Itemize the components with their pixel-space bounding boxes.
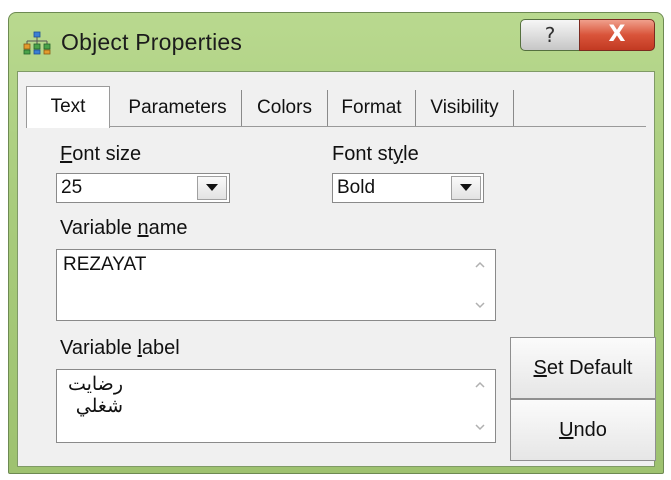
variable-name-label: Variable name <box>60 217 188 239</box>
object-properties-window: Object Properties ? X Text Parameters Co… <box>8 12 664 474</box>
chevron-down-icon[interactable] <box>197 176 227 200</box>
tab-label: Visibility <box>430 97 499 118</box>
tab-label: Text <box>50 96 86 117</box>
variable-name-scrollbar[interactable] <box>467 252 493 318</box>
title-bar[interactable]: Object Properties ? X <box>9 13 663 71</box>
variable-name-value: REZAYAT <box>63 254 147 275</box>
text-tab-panel: Font size 25 Font style Bold Variable na… <box>26 126 656 461</box>
window-title: Object Properties <box>61 29 243 55</box>
scroll-up-icon[interactable] <box>475 380 485 390</box>
help-button[interactable]: ? <box>520 19 580 51</box>
font-style-select[interactable]: Bold <box>332 173 484 203</box>
font-size-value: 25 <box>61 177 83 198</box>
variable-label-value: رضايت شغلي <box>67 374 123 417</box>
close-button[interactable]: X <box>579 19 655 51</box>
tab-text[interactable]: Text <box>26 86 110 128</box>
dialog-client-area: Text Parameters Colors Format Visibility… <box>17 71 656 467</box>
tab-label: Colors <box>257 97 312 118</box>
font-style-label: Font style <box>332 143 419 165</box>
tab-colors[interactable]: Colors <box>242 90 328 126</box>
scroll-down-icon[interactable] <box>475 422 485 432</box>
set-default-button[interactable]: Set Default <box>510 337 656 399</box>
app-icon <box>23 31 51 55</box>
chevron-down-icon[interactable] <box>451 176 481 200</box>
tab-parameters[interactable]: Parameters <box>114 90 242 126</box>
close-icon: X <box>608 22 626 47</box>
font-size-label: Font size <box>60 143 142 165</box>
tab-label: Parameters <box>128 97 227 118</box>
tab-label: Format <box>341 97 402 118</box>
scroll-down-icon[interactable] <box>475 300 485 310</box>
tab-format[interactable]: Format <box>328 90 416 126</box>
variable-label-label: Variable label <box>60 337 180 359</box>
help-icon: ? <box>544 23 556 47</box>
font-size-select[interactable]: 25 <box>56 173 230 203</box>
font-style-value: Bold <box>337 177 376 198</box>
tab-visibility[interactable]: Visibility <box>416 90 514 126</box>
variable-name-input[interactable]: REZAYAT <box>56 249 496 321</box>
scroll-up-icon[interactable] <box>475 260 485 270</box>
variable-label-input[interactable]: رضايت شغلي <box>56 369 496 443</box>
undo-button[interactable]: Undo <box>510 399 656 461</box>
variable-label-scrollbar[interactable] <box>467 372 493 440</box>
